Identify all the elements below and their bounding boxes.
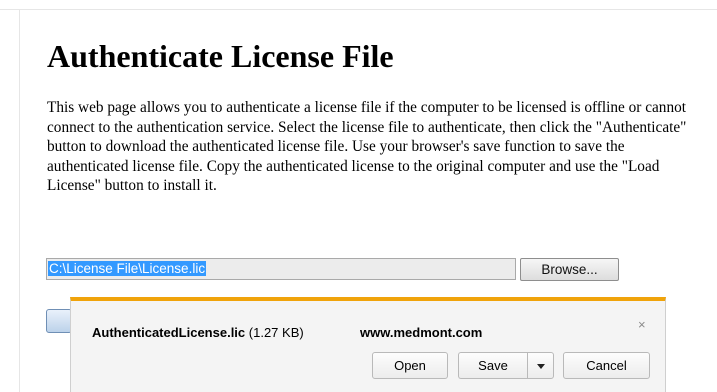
download-site: www.medmont.com	[360, 325, 483, 340]
download-file-size: (1.27 KB)	[248, 325, 304, 340]
page-left-border	[19, 10, 20, 392]
open-button[interactable]: Open	[372, 352, 448, 379]
close-icon[interactable]: ×	[638, 318, 646, 332]
page-title: Authenticate License File	[47, 38, 394, 74]
license-file-input[interactable]: C:\License File\License.lic	[46, 258, 516, 280]
download-file-info: AuthenticatedLicense.lic (1.27 KB)	[92, 325, 304, 340]
browse-button[interactable]: Browse...	[520, 258, 619, 281]
page-description: This web page allows you to authenticate…	[47, 99, 687, 195]
download-notification-bar: AuthenticatedLicense.lic (1.27 KB) www.m…	[70, 297, 666, 392]
download-file-name: AuthenticatedLicense.lic	[92, 325, 246, 340]
save-options-dropdown[interactable]	[527, 352, 554, 379]
cancel-button[interactable]: Cancel	[563, 352, 650, 379]
authenticate-button[interactable]	[46, 309, 72, 333]
chevron-down-icon	[536, 364, 545, 370]
page-top-border	[0, 9, 717, 10]
license-file-path[interactable]: C:\License File\License.lic	[48, 261, 207, 276]
save-button[interactable]: Save	[458, 352, 527, 379]
